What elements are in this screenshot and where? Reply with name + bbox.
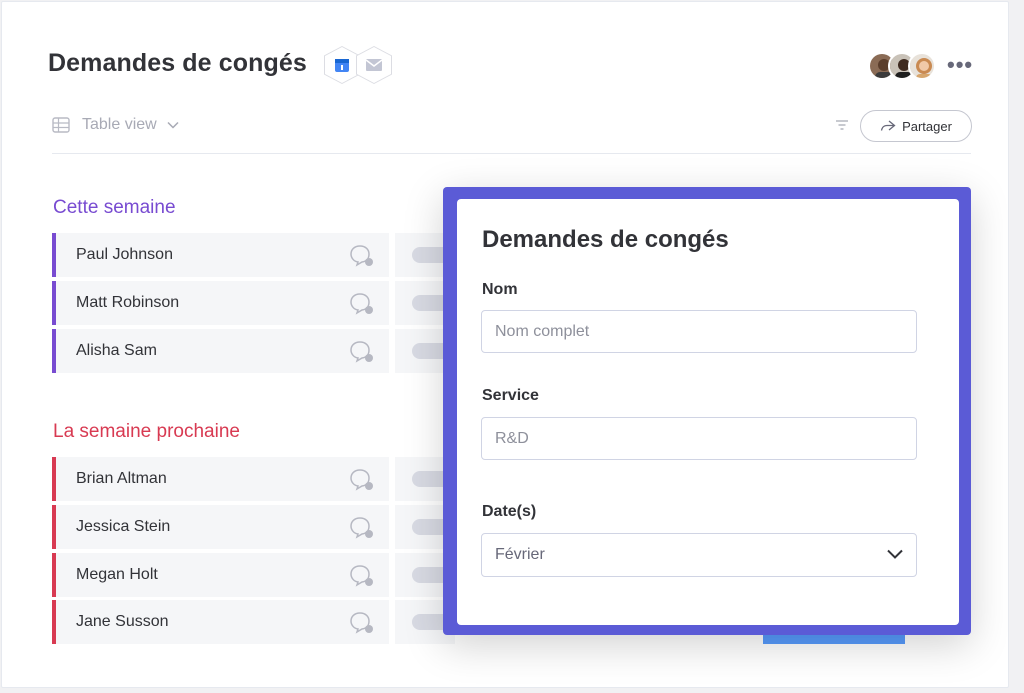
chat-bubble-icon[interactable] xyxy=(349,292,375,316)
date-label: Date(s) xyxy=(482,503,537,520)
group-color-bar xyxy=(52,553,56,597)
item-name: Brian Altman xyxy=(76,470,167,487)
chat-bubble-icon[interactable] xyxy=(349,468,375,492)
form-modal-frame: Demandes de congés Nom Service Date(s) F… xyxy=(443,187,971,635)
group-color-bar xyxy=(52,233,56,277)
group-title-cette-semaine[interactable]: Cette semaine xyxy=(53,197,176,219)
item-name: Alisha Sam xyxy=(76,342,157,359)
chat-bubble-icon[interactable] xyxy=(349,611,375,635)
integrations xyxy=(324,46,392,84)
page-title: Demandes de congés xyxy=(48,49,307,77)
chat-bubble-icon[interactable] xyxy=(349,244,375,268)
name-input[interactable] xyxy=(481,310,917,353)
share-button[interactable]: Partager xyxy=(860,110,972,142)
avatar xyxy=(908,52,936,80)
more-options-icon[interactable]: ••• xyxy=(947,54,973,76)
team-avatars[interactable] xyxy=(868,52,936,80)
item-name: Jessica Stein xyxy=(76,518,171,535)
group-color-bar xyxy=(52,600,56,644)
form-title: Demandes de congés xyxy=(482,226,729,253)
share-arrow-icon xyxy=(880,120,896,131)
item-name: Megan Holt xyxy=(76,566,158,583)
filter-icon[interactable] xyxy=(835,119,849,131)
group-title-la-semaine-prochaine[interactable]: La semaine prochaine xyxy=(53,421,240,443)
chat-bubble-icon[interactable] xyxy=(349,564,375,588)
item-name: Paul Johnson xyxy=(76,246,173,263)
mail-icon xyxy=(365,59,383,71)
table-icon xyxy=(52,117,70,133)
table-row[interactable]: Jessica Stein xyxy=(52,505,389,549)
service-input[interactable] xyxy=(481,417,917,460)
table-row[interactable]: Jane Susson xyxy=(52,600,389,644)
table-row[interactable]: Brian Altman xyxy=(52,457,389,501)
chat-bubble-icon[interactable] xyxy=(349,340,375,364)
view-label: Table view xyxy=(82,116,157,133)
mail-integration[interactable] xyxy=(356,46,392,84)
board: Demandes de congés ••• Table view Partag… xyxy=(1,1,1009,688)
calendar-icon xyxy=(335,59,349,72)
table-row[interactable]: Paul Johnson xyxy=(52,233,389,277)
group-color-bar xyxy=(52,281,56,325)
date-select[interactable]: Février xyxy=(481,533,917,577)
item-name: Jane Susson xyxy=(76,613,169,630)
chevron-down-icon xyxy=(167,121,179,129)
table-row[interactable]: Megan Holt xyxy=(52,553,389,597)
date-select-value: Février xyxy=(495,546,545,563)
share-label: Partager xyxy=(902,118,952,134)
item-name: Matt Robinson xyxy=(76,294,180,311)
table-row[interactable]: Alisha Sam xyxy=(52,329,389,373)
chat-bubble-icon[interactable] xyxy=(349,516,375,540)
name-label: Nom xyxy=(482,281,518,298)
service-label: Service xyxy=(482,387,539,404)
form-modal: Demandes de congés Nom Service Date(s) F… xyxy=(457,199,959,625)
view-selector[interactable]: Table view xyxy=(52,116,179,134)
group-color-bar xyxy=(52,505,56,549)
divider xyxy=(52,153,971,154)
group-color-bar xyxy=(52,329,56,373)
chevron-down-icon xyxy=(887,549,903,559)
calendar-integration[interactable] xyxy=(324,46,360,84)
group-color-bar xyxy=(52,457,56,501)
table-row[interactable]: Matt Robinson xyxy=(52,281,389,325)
